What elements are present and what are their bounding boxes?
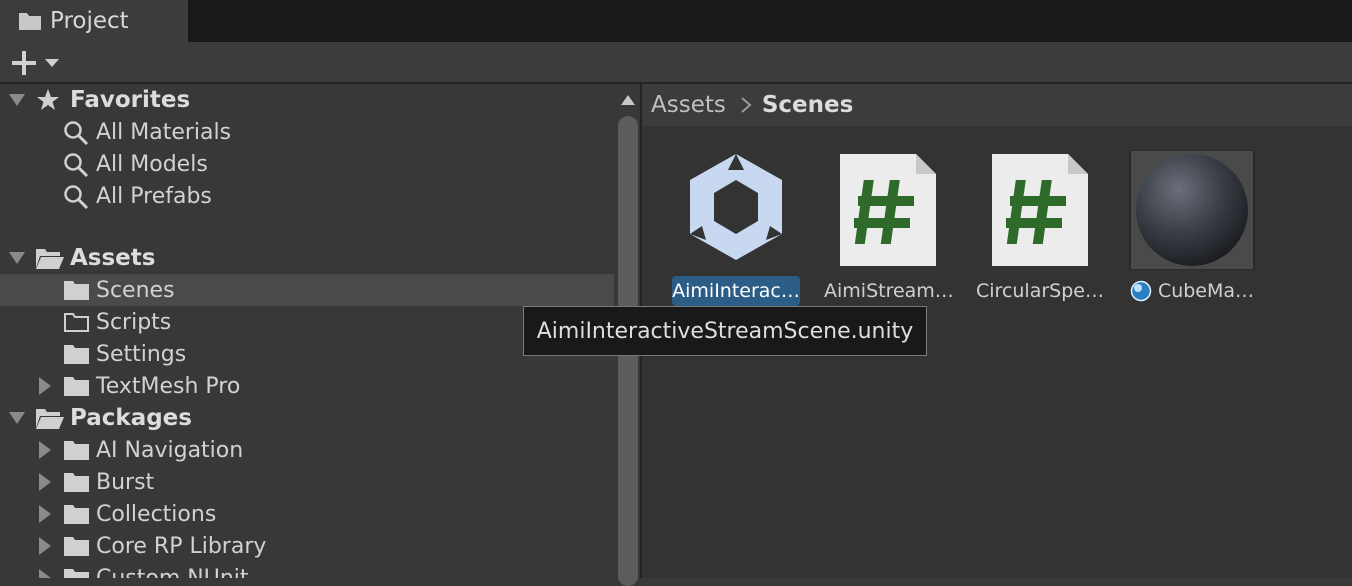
- project-tree[interactable]: Favorites All Materials All Models All P…: [0, 84, 614, 578]
- asset-name: AimiInterac…: [672, 276, 800, 306]
- tab-label: Project: [50, 8, 129, 34]
- tree-label: Custom NUnit: [96, 565, 249, 579]
- tree-item-core-rp-library[interactable]: Core RP Library: [0, 530, 614, 562]
- folder-icon: [19, 13, 41, 30]
- tree-item-custom-nunit[interactable]: Custom NUnit: [0, 562, 614, 578]
- tree-item-ai-navigation[interactable]: AI Navigation: [0, 434, 614, 466]
- folder-icon: [64, 345, 89, 364]
- tree-label: All Materials: [96, 119, 232, 145]
- folder-icon: [64, 473, 89, 492]
- tree-item-all-prefabs[interactable]: All Prefabs: [0, 180, 614, 212]
- collapsed-arrow-icon[interactable]: [38, 568, 52, 578]
- folder-outline-icon: [64, 313, 89, 332]
- tree-label: All Models: [96, 151, 208, 177]
- tree-item-burst[interactable]: Burst: [0, 466, 614, 498]
- tree-label: Burst: [96, 469, 155, 495]
- plus-icon: [12, 51, 36, 75]
- chevron-right-icon: [741, 97, 752, 113]
- tree-item-assets[interactable]: Assets: [0, 242, 614, 274]
- unity-scene-icon: [690, 154, 782, 260]
- collapsed-arrow-icon[interactable]: [38, 504, 52, 524]
- tree-item-all-materials[interactable]: All Materials: [0, 116, 614, 148]
- folder-icon: [64, 441, 89, 460]
- folder-icon: [64, 505, 89, 524]
- tree-item-settings[interactable]: Settings: [0, 338, 614, 370]
- asset-label-row: CubeMa…: [1128, 276, 1256, 306]
- breadcrumb-scenes[interactable]: Scenes: [762, 92, 853, 118]
- scroll-up-arrow-icon[interactable]: [620, 94, 636, 106]
- tree-item-favorites[interactable]: Favorites: [0, 84, 614, 116]
- material-badge-icon: [1130, 280, 1152, 302]
- tree-label: All Prefabs: [96, 183, 212, 209]
- star-icon: [37, 89, 59, 110]
- tree-label: Assets: [70, 245, 156, 271]
- folder-icon: [64, 569, 89, 578]
- tree-label: AI Navigation: [96, 437, 244, 463]
- collapsed-arrow-icon[interactable]: [38, 536, 52, 556]
- tree-label: Favorites: [70, 87, 191, 113]
- tree-item-scripts[interactable]: Scripts: [0, 306, 614, 338]
- folder-icon: [64, 537, 89, 556]
- tree-item-collections[interactable]: Collections: [0, 498, 614, 530]
- expand-arrow-icon[interactable]: [8, 251, 26, 265]
- collapsed-arrow-icon[interactable]: [38, 440, 52, 460]
- folder-open-icon: [36, 249, 64, 269]
- tree-label: Packages: [70, 405, 192, 431]
- tree-label: Scenes: [96, 277, 175, 303]
- dropdown-arrow-icon: [45, 59, 59, 67]
- tree-item-packages[interactable]: Packages: [0, 402, 614, 434]
- tree-item-textmesh-pro[interactable]: TextMesh Pro: [0, 370, 614, 402]
- tree-label: Settings: [96, 341, 187, 367]
- asset-tooltip: AimiInteractiveStreamScene.unity: [523, 306, 927, 356]
- collapsed-arrow-icon[interactable]: [38, 472, 52, 492]
- search-icon: [64, 185, 89, 210]
- folder-open-icon: [36, 409, 64, 429]
- search-icon: [64, 121, 89, 146]
- breadcrumb: Assets Scenes: [642, 84, 1352, 126]
- expand-arrow-icon[interactable]: [8, 93, 26, 107]
- search-icon: [64, 153, 89, 178]
- csharp-script-icon: [840, 154, 936, 266]
- tree-label: Collections: [96, 501, 217, 527]
- create-button[interactable]: [10, 48, 66, 78]
- collapsed-arrow-icon[interactable]: [38, 376, 52, 396]
- project-toolbar: [0, 42, 1352, 84]
- tree-label: Core RP Library: [96, 533, 267, 559]
- window-tab-bar: Project: [0, 0, 1352, 42]
- asset-name: CubeMa…: [1157, 280, 1255, 302]
- material-sphere-icon: [1129, 150, 1255, 270]
- asset-name: CircularSpe…: [976, 280, 1104, 302]
- tab-project[interactable]: Project: [0, 0, 188, 42]
- tree-item-all-models[interactable]: All Models: [0, 148, 614, 180]
- folder-icon: [64, 377, 89, 396]
- tree-label: TextMesh Pro: [96, 373, 241, 399]
- folder-icon: [64, 281, 89, 300]
- breadcrumb-assets[interactable]: Assets: [651, 92, 726, 118]
- tree-item-scenes[interactable]: Scenes: [0, 274, 614, 306]
- tree-label: Scripts: [96, 309, 172, 335]
- expand-arrow-icon[interactable]: [8, 411, 26, 425]
- asset-name: AimiStream…: [824, 280, 954, 302]
- csharp-script-icon: [992, 154, 1088, 266]
